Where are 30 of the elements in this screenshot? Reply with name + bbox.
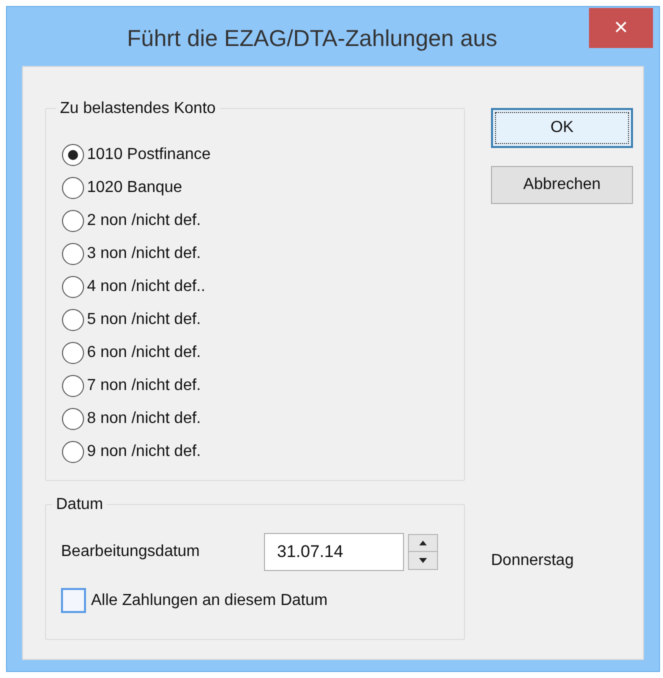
radio-label[interactable]: 1010 Postfinance <box>87 143 211 167</box>
radio-label[interactable]: 9 non /nicht def. <box>87 440 201 464</box>
radio-button[interactable] <box>62 276 84 298</box>
radio-button[interactable] <box>62 309 84 331</box>
radio-button[interactable] <box>62 177 84 199</box>
spinner-control[interactable] <box>408 534 438 570</box>
radio-label[interactable]: 3 non /nicht def. <box>87 242 201 266</box>
close-button[interactable]: × <box>589 8 653 48</box>
date-field[interactable]: 31.07.14 <box>264 533 404 571</box>
radio-button[interactable] <box>62 342 84 364</box>
radio-button[interactable] <box>62 144 84 166</box>
dialog-button[interactable]: OK <box>491 108 633 148</box>
radio-button[interactable] <box>62 243 84 265</box>
checkbox-label[interactable]: Alle Zahlungen an diesem Datum <box>91 588 328 612</box>
radio-label[interactable]: 4 non /nicht def.. <box>87 275 206 299</box>
window-title: Führt die EZAG/DTA-Zahlungen aus <box>127 24 498 53</box>
weekday-label: Donnerstag <box>491 551 575 571</box>
radio-label[interactable]: 5 non /nicht def. <box>87 308 201 332</box>
radio-button[interactable] <box>62 210 84 232</box>
radio-label[interactable]: 7 non /nicht def. <box>87 374 201 398</box>
dialog-button[interactable]: Abbrechen <box>491 166 633 204</box>
radio-button[interactable] <box>62 441 84 463</box>
radio-label[interactable]: 1020 Banque <box>87 176 182 200</box>
radio-button[interactable] <box>62 375 84 397</box>
radio-button[interactable] <box>62 408 84 430</box>
radio-label[interactable]: 2 non /nicht def. <box>87 209 201 233</box>
checkbox[interactable] <box>61 588 86 613</box>
field-label: Bearbeitungsdatum <box>61 542 201 562</box>
radio-label[interactable]: 6 non /nicht def. <box>87 341 201 365</box>
radio-label[interactable]: 8 non /nicht def. <box>87 407 201 431</box>
